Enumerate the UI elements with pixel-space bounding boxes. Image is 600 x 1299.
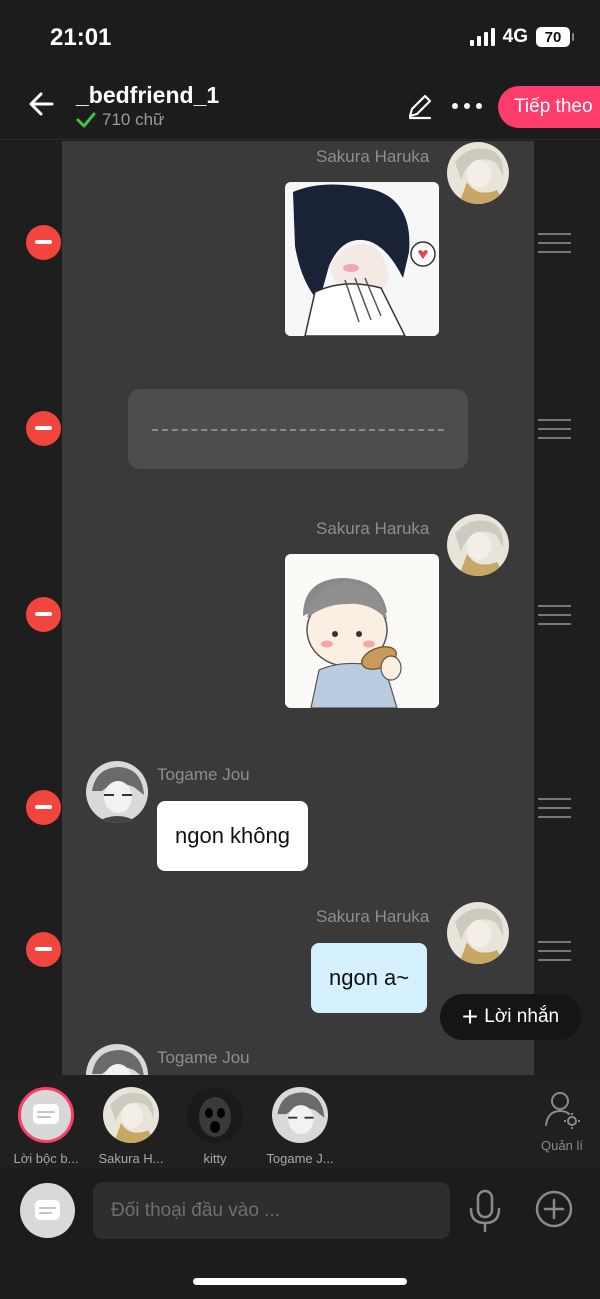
avatar [103, 1087, 159, 1143]
add-circle-icon[interactable] [534, 1189, 574, 1229]
sender-name: Togame Jou [157, 1048, 250, 1067]
avatar [86, 761, 148, 823]
chat-bubble-icon [35, 1200, 60, 1220]
back-arrow-icon[interactable] [26, 88, 58, 120]
manage-label: Quản lí [541, 1138, 583, 1153]
status-indicators: 4G 70 [469, 26, 574, 48]
narrator-avatar [18, 1087, 74, 1143]
character-label: kitty [203, 1151, 227, 1166]
character-label: Togame J... [266, 1151, 334, 1166]
status-time: 21:01 [50, 24, 112, 51]
chat-bubble-icon [33, 1104, 59, 1124]
character-togame[interactable]: Togame J... [255, 1087, 345, 1166]
dialogue-input[interactable]: Đối thoại đầu vào ... [93, 1182, 450, 1239]
sender-name: Sakura Haruka [316, 147, 430, 166]
avatar [447, 142, 509, 204]
add-message-button[interactable]: + Lời nhắn [440, 994, 581, 1040]
battery-icon: 70 [536, 27, 574, 47]
avatar [447, 514, 509, 576]
manga-boy-blushing-image [285, 182, 439, 336]
boy-eating-image [285, 554, 439, 708]
drag-handle-icon[interactable] [538, 233, 571, 253]
sender-name: Sakura Haruka [316, 907, 430, 926]
manage-user-icon [545, 1092, 580, 1129]
drag-handle-icon[interactable] [538, 941, 571, 961]
sender-name: Togame Jou [157, 765, 250, 784]
drag-handle-icon[interactable] [538, 798, 571, 818]
network-label: 4G [502, 26, 528, 47]
avatar [272, 1087, 328, 1143]
avatar [187, 1087, 243, 1143]
story-title: _bedfriend_1 [76, 82, 220, 108]
delete-message-button[interactable] [26, 225, 61, 260]
next-button[interactable]: Tiếp theo [498, 86, 600, 128]
avatar [447, 902, 509, 964]
input-bar: Đối thoại đầu vào ... [0, 1169, 600, 1299]
delete-message-button[interactable] [26, 932, 61, 967]
home-indicator [193, 1278, 407, 1285]
character-label: Sakura H... [98, 1151, 164, 1166]
message-image[interactable] [285, 554, 439, 708]
plus-icon: + [461, 1001, 479, 1032]
narration-block[interactable] [128, 389, 468, 469]
message-bubble[interactable]: ngon không [157, 801, 308, 871]
check-icon [76, 112, 96, 128]
drag-handle-icon[interactable] [538, 605, 571, 625]
pencil-icon[interactable] [406, 92, 434, 120]
sender-name: Sakura Haruka [316, 519, 430, 538]
drag-handle-icon[interactable] [538, 419, 571, 439]
signal-icon [469, 28, 495, 46]
character-bar: Lời bộc b... Sakura H... kitty Togame J.… [0, 1075, 600, 1169]
microphone-icon[interactable] [466, 1189, 504, 1233]
add-message-label: Lời nhắn [484, 1006, 560, 1027]
word-count-label: 710 chữ [102, 110, 165, 129]
delete-message-button[interactable] [26, 597, 61, 632]
chat-area: Sakura Haruka Sakura Haruka Togame Jou n… [0, 141, 600, 1075]
divider [152, 429, 444, 431]
status-bar: 21:01 4G 70 [0, 0, 600, 78]
word-count: 710 chữ [76, 110, 164, 130]
character-label: Lời bộc b... [13, 1151, 79, 1166]
character-selector-button[interactable] [20, 1183, 75, 1238]
character-sakura[interactable]: Sakura H... [86, 1087, 176, 1166]
delete-message-button[interactable] [26, 411, 61, 446]
message-image[interactable] [285, 182, 439, 336]
character-narrator[interactable]: Lời bộc b... [1, 1087, 91, 1166]
character-kitty[interactable]: kitty [170, 1087, 260, 1166]
delete-message-button[interactable] [26, 790, 61, 825]
manage-button[interactable]: Quản lí [532, 1089, 592, 1153]
message-bubble[interactable]: ngon a~ [311, 943, 428, 1013]
more-options-icon[interactable] [452, 96, 486, 116]
header: _bedfriend_1 710 chữ Tiếp theo [0, 78, 600, 140]
